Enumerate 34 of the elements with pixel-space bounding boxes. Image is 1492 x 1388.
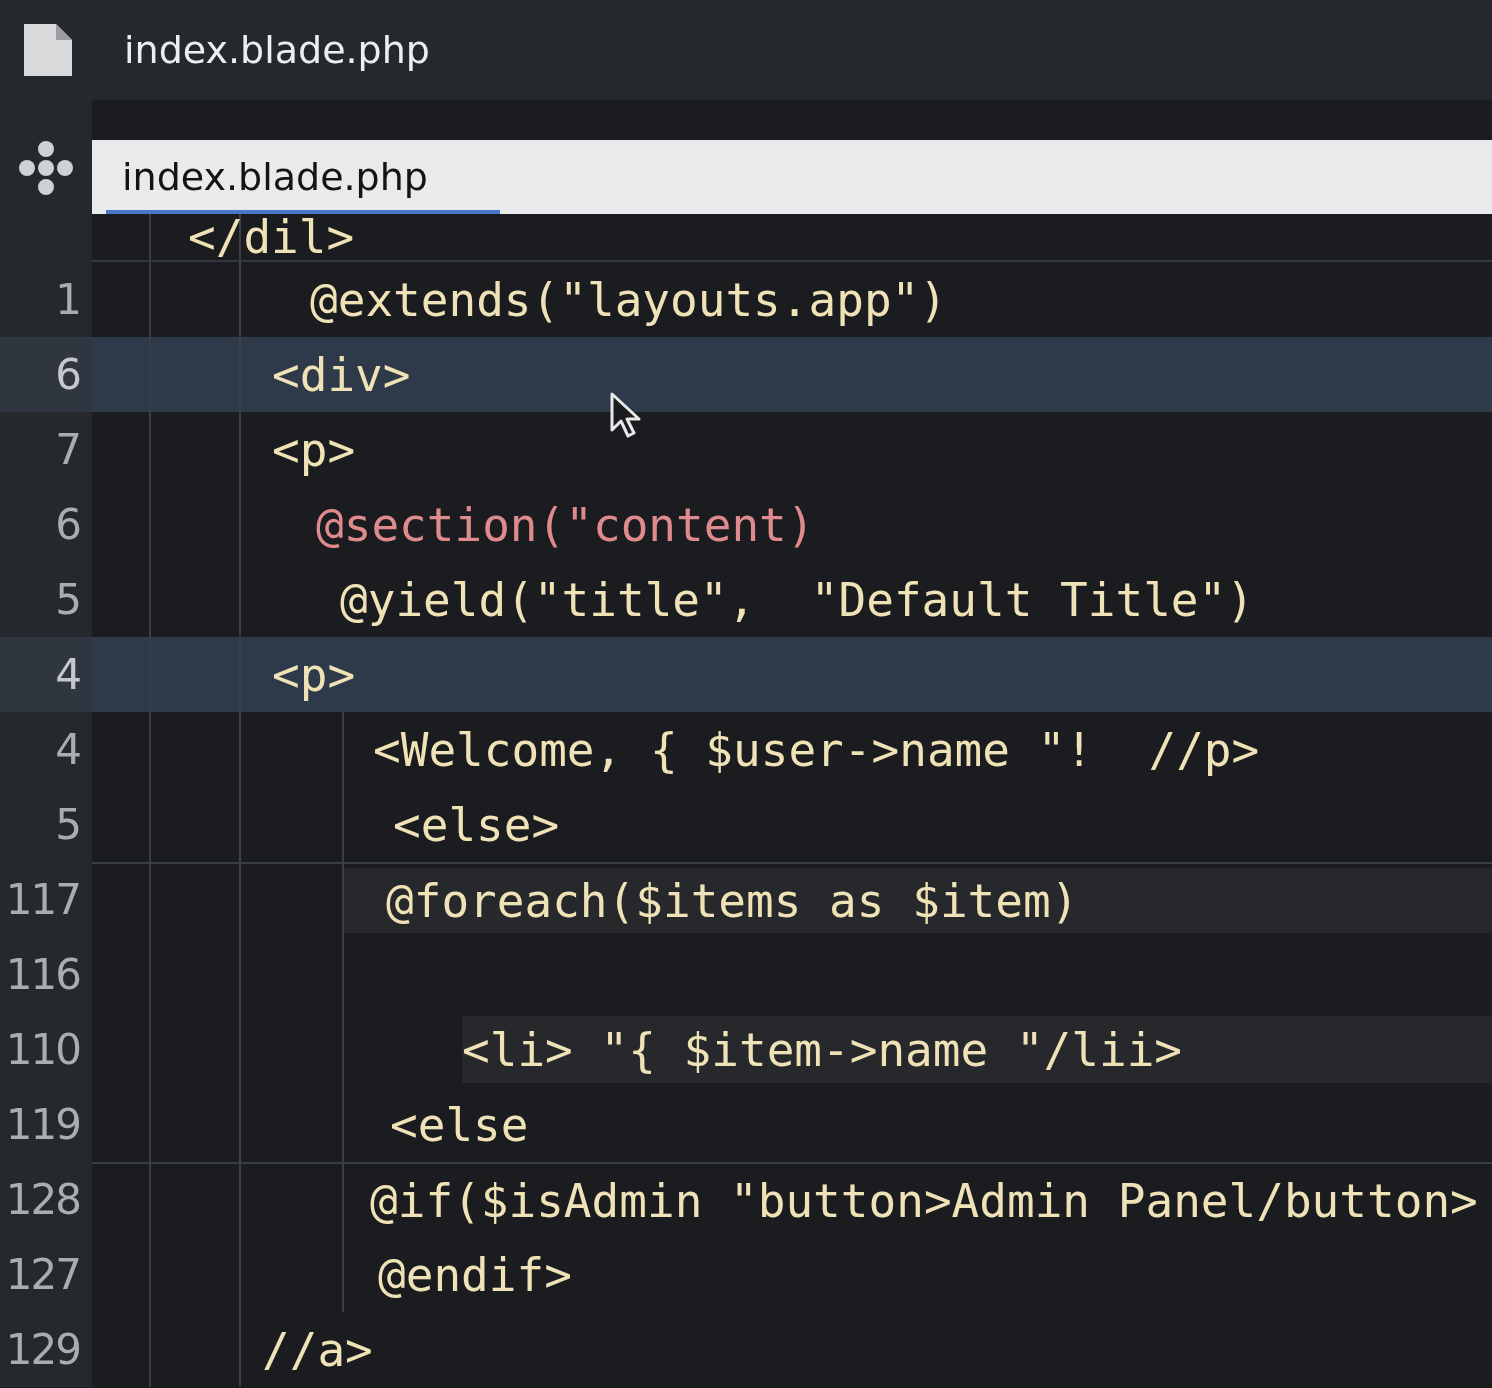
code-line: <else <box>390 1097 529 1152</box>
line-number: 4 <box>55 650 80 699</box>
code-line: </dil> <box>188 214 355 260</box>
code-line: <else> <box>393 797 560 852</box>
file-title: index.blade.php <box>124 28 430 72</box>
code-line: @yield("title", "Default Title") <box>340 572 1254 627</box>
file-tab[interactable]: index.blade.php <box>92 139 1492 214</box>
line-number: 116 <box>5 950 80 999</box>
code-line: //a> <box>262 1322 373 1377</box>
code-line: @foreach($items as $item) <box>386 873 1079 928</box>
line-number: 5 <box>55 575 80 624</box>
line-number: 6 <box>55 500 80 549</box>
line-number: 117 <box>5 875 80 924</box>
line-number: 119 <box>5 1100 80 1149</box>
code-line: <Welcome, { $user->name "! //p> <box>373 722 1260 777</box>
code-line: @if($isAdmin "button>Admin Panel/button> <box>370 1173 1478 1228</box>
dots-icon[interactable] <box>18 140 74 196</box>
code-line: @extends("layouts.app") <box>310 272 947 327</box>
line-number: 7 <box>55 425 80 474</box>
line-number: 127 <box>5 1250 80 1299</box>
line-number: 110 <box>5 1025 80 1074</box>
code-line: <p> <box>272 647 356 702</box>
code-line: <div> <box>272 347 411 402</box>
line-number: 6 <box>55 350 80 399</box>
file-icon <box>24 24 72 76</box>
code-line: @endif> <box>378 1247 572 1302</box>
code-line: <li> "{ $item->name "/lii> <box>462 1022 1183 1077</box>
line-number: 4 <box>55 725 80 774</box>
line-number: 128 <box>5 1175 80 1224</box>
line-number: 129 <box>5 1325 80 1374</box>
code-line: <p> <box>272 422 356 477</box>
line-number: 5 <box>55 800 80 849</box>
code-line: @section("content) <box>316 497 815 552</box>
line-number: 1 <box>55 275 80 324</box>
